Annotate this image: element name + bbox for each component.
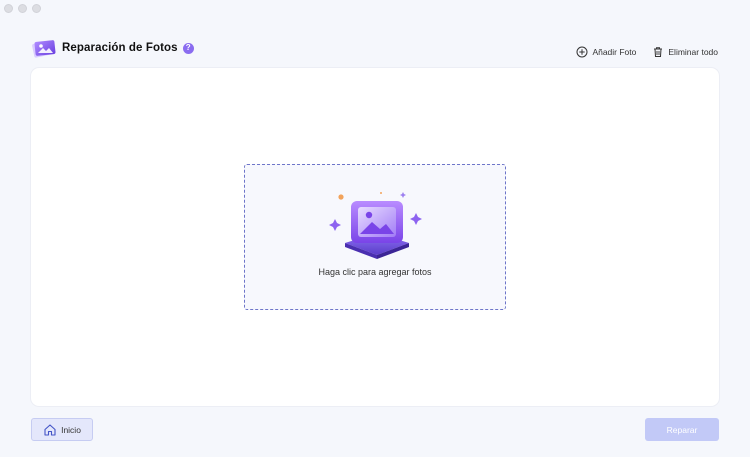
window-close-button[interactable] [4,4,13,13]
home-button[interactable]: Inicio [31,418,93,441]
question-icon[interactable]: ? [182,42,194,54]
delete-all-label: Eliminar todo [668,47,718,57]
home-label: Inicio [61,424,81,435]
window-maximize-button[interactable] [32,4,41,13]
photo-dropzone[interactable]: Haga clic para agregar fotos [244,164,506,310]
trash-icon [654,47,663,57]
header-actions: Añadir Foto Eliminar todo [576,46,718,58]
plus-circle-icon [576,46,588,58]
photo-repair-logo-icon [32,40,56,58]
image-upload-illustration-icon [329,192,422,259]
app-title: Reparación de Fotos [62,42,178,54]
app-title-group: Reparación de Fotos ? [30,36,194,60]
repair-button[interactable]: Reparar [645,418,719,441]
dropzone-prompt: Haga clic para agregar fotos [318,267,432,277]
delete-all-button[interactable]: Eliminar todo [652,46,718,58]
header: Reparación de Fotos ? Añadir Foto Elimin… [30,36,720,64]
window-controls [4,4,41,13]
window-minimize-button[interactable] [18,4,27,13]
add-photo-label: Añadir Foto [592,47,637,57]
main-panel: Haga clic para agregar fotos [31,68,719,406]
add-photo-button[interactable]: Añadir Foto [576,46,636,58]
home-icon [44,423,56,436]
